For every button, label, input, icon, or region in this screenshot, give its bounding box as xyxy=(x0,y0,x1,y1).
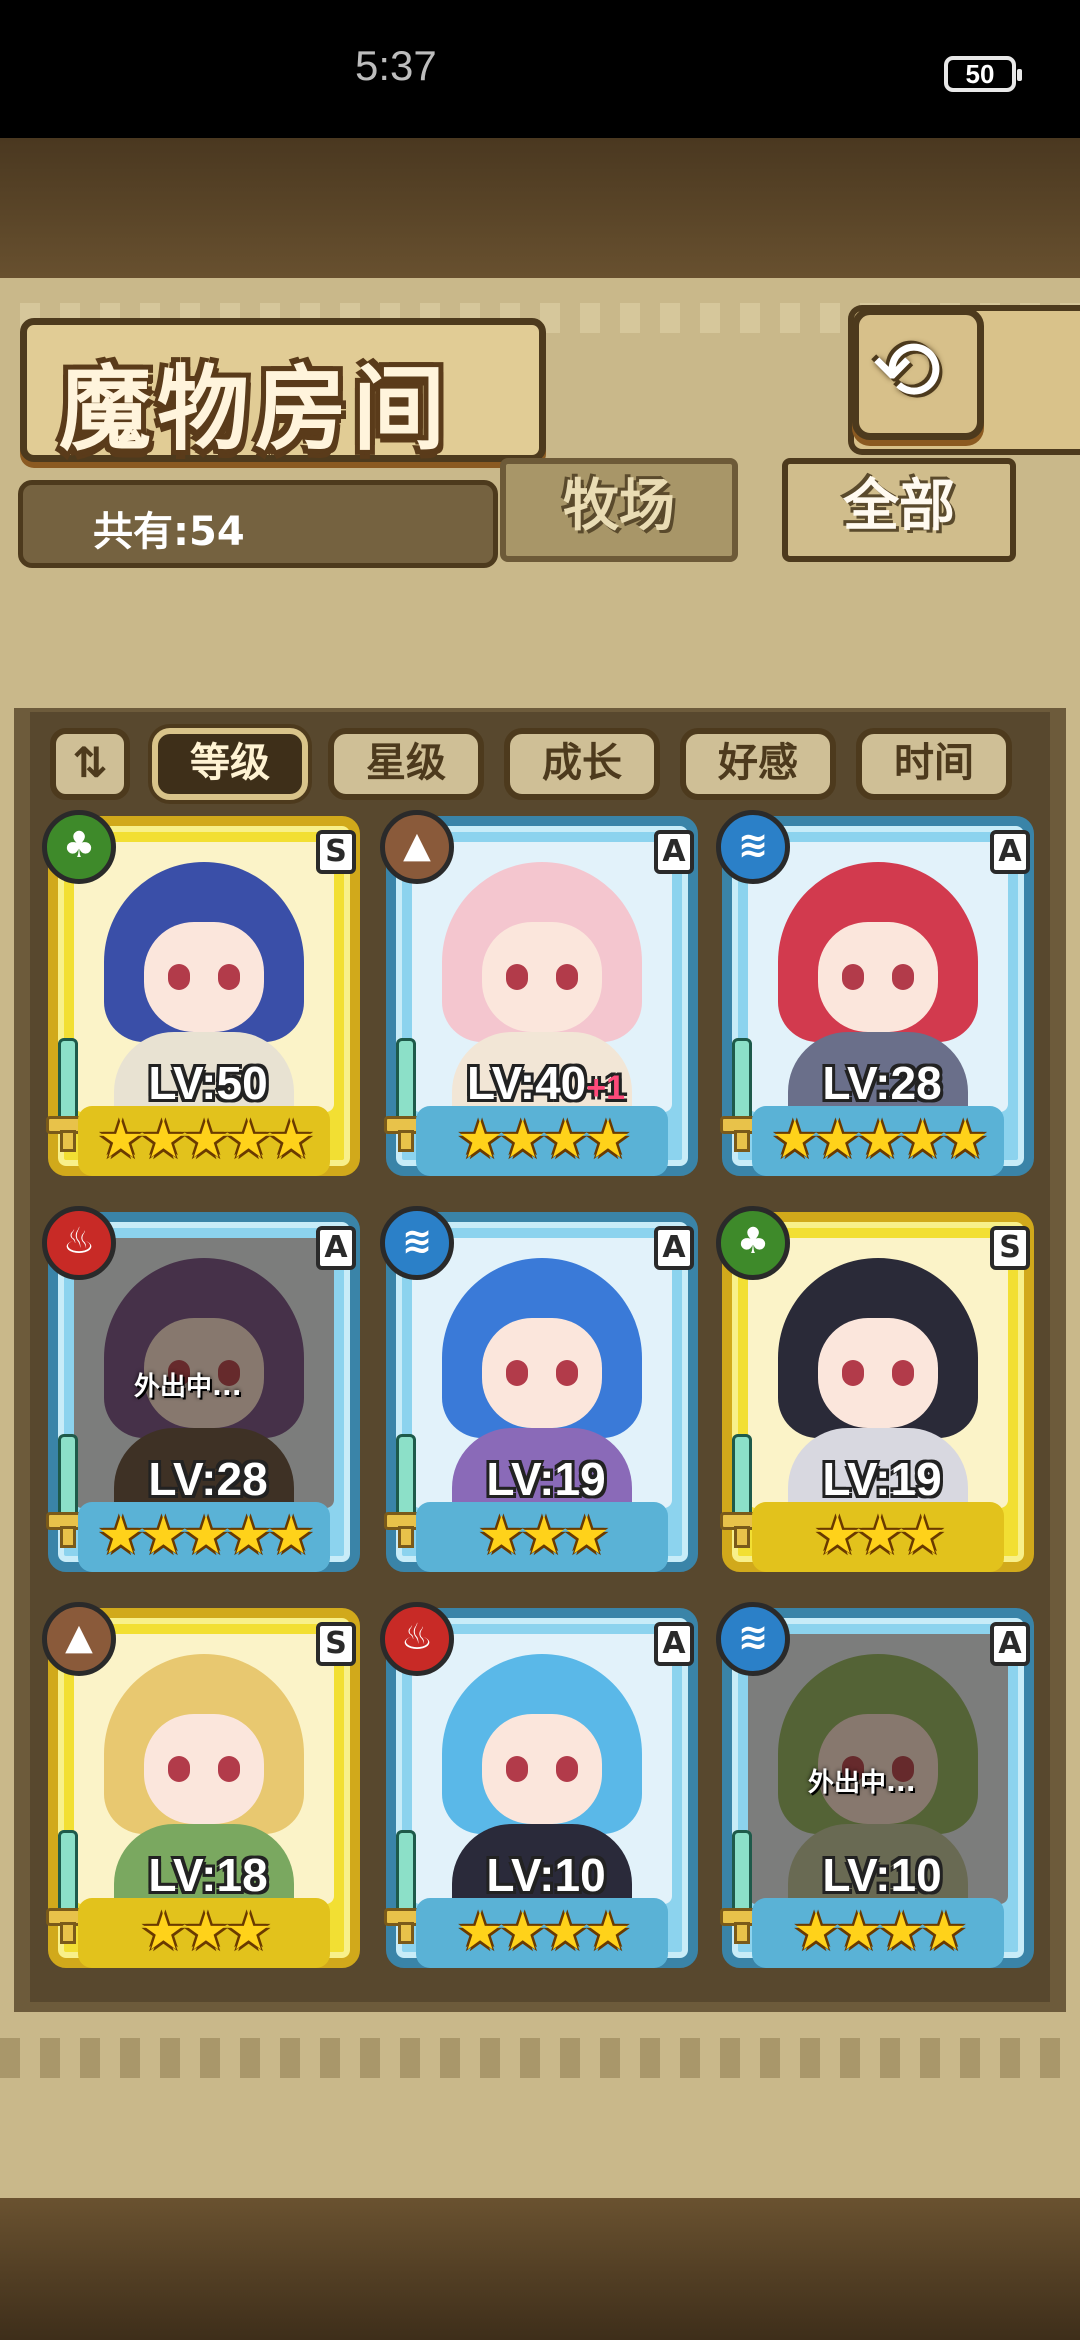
monster-card[interactable]: ≋ A LV:19 ★★★ xyxy=(380,1206,698,1580)
map-background-bottom xyxy=(0,2198,1080,2340)
monster-card[interactable]: ♨ A LV:10 ★★★★ xyxy=(380,1602,698,1976)
portrait-face xyxy=(144,922,264,1032)
water-element-icon: ≋ xyxy=(716,810,790,884)
map-background-top xyxy=(0,138,1080,288)
portrait-face xyxy=(144,1714,264,1824)
sort-order-toggle[interactable]: ⇅ xyxy=(50,728,130,800)
star-rating: ★★★ xyxy=(752,1502,1004,1572)
fire-element-icon: ♨ xyxy=(42,1206,116,1280)
portrait-eye xyxy=(556,964,578,990)
monster-card[interactable]: 外出中... ≋ A LV:10 ★★★★ xyxy=(716,1602,1034,1976)
rank-badge: S xyxy=(316,1622,356,1666)
level-label: LV:18 xyxy=(108,1848,308,1902)
portrait-eye xyxy=(218,1756,240,1782)
level-value: LV:28 xyxy=(822,1057,942,1109)
water-element-icon: ≋ xyxy=(716,1602,790,1676)
level-label: LV:50 xyxy=(108,1056,308,1110)
rank-badge: A xyxy=(990,830,1030,874)
portrait-eye xyxy=(168,1756,190,1782)
level-label: LV:19 xyxy=(446,1452,646,1506)
rank-badge: A xyxy=(990,1622,1030,1666)
level-value: LV:19 xyxy=(822,1453,942,1505)
portrait-face xyxy=(482,922,602,1032)
page-title: 魔物房间 xyxy=(59,356,452,463)
star-rating: ★★★★★ xyxy=(752,1106,1004,1176)
return-icon: ⟲ xyxy=(871,321,942,419)
tab-pasture[interactable]: 牧场 xyxy=(500,458,738,562)
level-value: LV:40 xyxy=(466,1057,587,1109)
level-label: LV:28 xyxy=(782,1056,982,1110)
monster-card[interactable]: ≋ A LV:28 ★★★★★ xyxy=(716,810,1034,1184)
level-label: LV:10 xyxy=(782,1848,982,1902)
star-rating: ★★★★ xyxy=(416,1106,668,1176)
monster-card[interactable]: ♣ S LV:50 ★★★★★ xyxy=(42,810,360,1184)
monster-card[interactable]: ♣ S LV:19 ★★★ xyxy=(716,1206,1034,1580)
monster-count: 共有:54 xyxy=(93,509,245,555)
portrait-eye xyxy=(218,964,240,990)
grass-element-icon: ♣ xyxy=(42,810,116,884)
rank-badge: A xyxy=(316,1226,356,1270)
portrait-eye xyxy=(556,1360,578,1386)
rank-badge: S xyxy=(316,830,356,874)
portrait-eye xyxy=(556,1756,578,1782)
sort-by-level-button[interactable]: 等级 xyxy=(152,728,308,800)
sort-by-time-button[interactable]: 时间 xyxy=(856,728,1012,800)
portrait-eye xyxy=(842,1360,864,1386)
level-value: LV:28 xyxy=(148,1453,268,1505)
monster-card[interactable]: 外出中... ♨ A LV:28 ★★★★★ xyxy=(42,1206,360,1580)
star-rating: ★★★★ xyxy=(752,1898,1004,1968)
grass-element-icon: ♣ xyxy=(716,1206,790,1280)
level-value: LV:10 xyxy=(822,1849,942,1901)
earth-element-icon: ▲ xyxy=(42,1602,116,1676)
portrait-eye xyxy=(892,1360,914,1386)
away-label: 外出中... xyxy=(134,1372,242,1402)
portrait-eye xyxy=(506,1360,528,1386)
portrait-face xyxy=(818,1318,938,1428)
level-label: LV:19 xyxy=(782,1452,982,1506)
star-rating: ★★★★★ xyxy=(78,1106,330,1176)
portrait-eye xyxy=(892,964,914,990)
water-element-icon: ≋ xyxy=(380,1206,454,1280)
earth-element-icon: ▲ xyxy=(380,810,454,884)
level-value: LV:50 xyxy=(148,1057,268,1109)
monster-count-bar: 共有:54 xyxy=(18,480,498,568)
portrait-eye xyxy=(842,964,864,990)
level-value: LV:18 xyxy=(148,1849,268,1901)
level-label: LV:28 xyxy=(108,1452,308,1506)
portrait-eye xyxy=(506,964,528,990)
star-rating: ★★★ xyxy=(416,1502,668,1572)
level-value: LV:10 xyxy=(486,1849,606,1901)
sort-by-growth-button[interactable]: 成长 xyxy=(504,728,660,800)
clock: 5:37 xyxy=(355,42,437,89)
back-button[interactable]: ⟲ xyxy=(852,308,984,440)
rank-badge: A xyxy=(654,830,694,874)
monster-card[interactable]: ▲ S LV:18 ★★★ xyxy=(42,1602,360,1976)
rank-badge: S xyxy=(990,1226,1030,1270)
battery-icon: 50 xyxy=(944,56,1022,92)
away-label: 外出中... xyxy=(808,1768,916,1798)
tab-all[interactable]: 全部 xyxy=(782,458,1016,562)
rank-badge: A xyxy=(654,1226,694,1270)
panel-bottom-edge xyxy=(0,2038,1080,2078)
star-rating: ★★★ xyxy=(78,1898,330,1968)
sort-by-star-button[interactable]: 星级 xyxy=(328,728,484,800)
monster-card[interactable]: ▲ A LV:40+1 ★★★★ xyxy=(380,810,698,1184)
portrait-eye xyxy=(168,964,190,990)
status-bar: 5:37 50 xyxy=(0,0,1080,138)
portrait-face xyxy=(482,1714,602,1824)
star-rating: ★★★★ xyxy=(416,1898,668,1968)
level-bonus: +1 xyxy=(586,1069,626,1107)
level-label: LV:10 xyxy=(446,1848,646,1902)
portrait-eye xyxy=(506,1756,528,1782)
portrait-face xyxy=(482,1318,602,1428)
level-value: LV:19 xyxy=(486,1453,606,1505)
sort-by-affection-button[interactable]: 好感 xyxy=(680,728,836,800)
fire-element-icon: ♨ xyxy=(380,1602,454,1676)
star-rating: ★★★★★ xyxy=(78,1502,330,1572)
rank-badge: A xyxy=(654,1622,694,1666)
portrait-face xyxy=(818,922,938,1032)
level-label: LV:40+1 xyxy=(446,1056,646,1110)
title-plate: 魔物房间 xyxy=(20,318,546,463)
